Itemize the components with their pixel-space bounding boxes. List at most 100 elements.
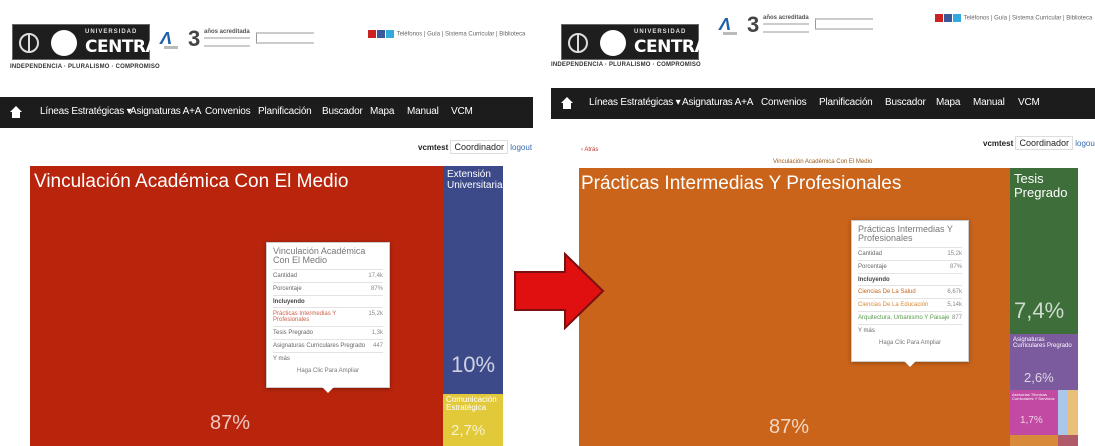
accreditation-underline xyxy=(164,46,178,49)
nav-lineas-estrategicas[interactable]: Líneas Estratégicas ▾ xyxy=(40,106,132,117)
nav-buscador[interactable]: Buscador xyxy=(885,97,926,108)
motto: INDEPENDENCIA · PLURALISMO · COMPROMISO xyxy=(10,64,160,70)
accreditation-detail-lines xyxy=(763,23,809,33)
tooltip-row[interactable]: Ciencias De La Salud 6,67k xyxy=(858,284,962,298)
header-links: Teléfonos | Guía | Sistema Curricular | … xyxy=(935,14,1092,22)
home-icon[interactable] xyxy=(561,97,573,109)
accreditation-underline xyxy=(723,32,737,35)
nav-mapa[interactable]: Mapa xyxy=(936,97,960,108)
nav-planificacion[interactable]: Planificación xyxy=(258,106,312,117)
tile-percentage: 7,4% xyxy=(1014,298,1065,323)
treemap-tile-asesorias[interactable]: Asesorías Técnicas Curriculares Y Servic… xyxy=(1010,390,1058,435)
tile-percentage: 2,7% xyxy=(451,422,486,439)
tooltip-row[interactable]: Ciencias De La Educación 5,14k xyxy=(858,297,962,311)
back-link[interactable]: ‹ Atrás xyxy=(581,147,598,153)
breadcrumb[interactable]: Vinculación Académica Con El Medio xyxy=(773,159,872,165)
twitter-icon[interactable] xyxy=(386,30,394,38)
globe-icon xyxy=(19,33,39,53)
tooltip-row: Porcentaje 87% xyxy=(858,259,962,273)
nav-buscador[interactable]: Buscador xyxy=(322,106,363,117)
row-label: Ciencias De La Educación xyxy=(858,301,929,308)
treemap-tile-tesis[interactable]: Tesis Pregrado 7,4% xyxy=(1010,168,1078,334)
nav-vcm[interactable]: VCM xyxy=(1018,97,1040,108)
globe-icon xyxy=(568,33,588,53)
header-links-text[interactable]: Teléfonos | Guía | Sistema Curricular | … xyxy=(397,32,526,38)
treemap-tile-small[interactable] xyxy=(1010,435,1058,446)
accreditation-badge: Λ 3 años acreditada xyxy=(160,26,320,51)
tooltip-row[interactable]: Asignaturas Curriculares Pregrado 447 xyxy=(273,338,383,352)
row-value: 877 xyxy=(951,314,962,321)
logo-top-text: UNIVERSIDAD xyxy=(85,29,138,35)
tooltip-row[interactable]: Tesis Pregrado 1,3k xyxy=(273,325,383,339)
treemap-tile-small[interactable] xyxy=(1058,435,1078,446)
treemap-tile-extension[interactable]: Extensión Universitaria 10% xyxy=(443,166,503,394)
nav-planificacion[interactable]: Planificación xyxy=(819,97,873,108)
site-header: UNIVERSIDAD CENTRAL INDEPENDENCIA · PLUR… xyxy=(551,0,1095,96)
treemap-tile-asignaturas[interactable]: Asignaturas Curriculares Pregrado 2,6% xyxy=(1010,334,1078,390)
treemap-tile-small[interactable] xyxy=(1058,390,1068,435)
treemap-tile-small[interactable] xyxy=(1068,390,1078,435)
header-links-text[interactable]: Teléfonos | Guía | Sistema Curricular | … xyxy=(964,16,1093,22)
tile-label: Asesorías Técnicas Curriculares Y Servic… xyxy=(1012,392,1055,402)
nav-lineas-estrategicas[interactable]: Líneas Estratégicas ▾ xyxy=(589,97,681,108)
accreditation-label: años acreditada xyxy=(763,15,809,21)
nav-asignaturas[interactable]: Asignaturas A+A xyxy=(130,106,201,117)
row-value: 87% xyxy=(949,263,962,270)
treemap: Vinculación Académica Con El Medio 87% E… xyxy=(30,166,530,446)
row-value: 15,2k xyxy=(947,250,962,257)
row-value: 87% xyxy=(370,285,383,292)
role-badge: Coordinador xyxy=(1015,136,1074,150)
facebook-icon[interactable] xyxy=(377,30,385,38)
accreditation-detail-lines xyxy=(256,32,314,44)
tooltip-row: Cantidad 15,2k xyxy=(858,246,962,260)
tooltip-row[interactable]: Prácticas Intermedias Y Profesionales 15,… xyxy=(273,306,383,326)
logout-link[interactable]: logout xyxy=(1075,139,1095,148)
nav-manual[interactable]: Manual xyxy=(407,106,439,117)
nav-asignaturas[interactable]: Asignaturas A+A xyxy=(682,97,753,108)
tile-label: Asignaturas Curriculares Pregrado xyxy=(1013,337,1072,350)
row-label: Asignaturas Curriculares Pregrado xyxy=(273,342,366,349)
youtube-icon[interactable] xyxy=(935,14,943,22)
tile-percentage: 2,6% xyxy=(1024,370,1054,385)
row-value: 17,4k xyxy=(368,272,383,279)
tile-percentage: 1,7% xyxy=(1020,415,1043,426)
nav-manual[interactable]: Manual xyxy=(973,97,1005,108)
logo-name: CENTRAL xyxy=(634,37,718,57)
row-value: 15,2k xyxy=(368,310,383,317)
row-label: Cantidad xyxy=(273,272,298,279)
row-label: Arquitectura, Urbanismo Y Paisaje xyxy=(858,314,950,321)
university-logo[interactable]: UNIVERSIDAD CENTRAL xyxy=(12,24,169,60)
row-label: Tesis Pregrado xyxy=(273,329,314,336)
treemap-tile-comunicacion[interactable]: Comunicación Estratégica 2,7% xyxy=(443,394,503,446)
tile-label: Prácticas Intermedias Y Profesionales xyxy=(581,173,902,194)
tile-percentage: 87% xyxy=(769,416,810,438)
motto: INDEPENDENCIA · PLURALISMO · COMPROMISO xyxy=(551,62,701,68)
row-value: 6,67k xyxy=(947,288,962,295)
tile-percentage: 10% xyxy=(451,352,496,377)
user-bar: vcmtest Coordinador logout xyxy=(418,140,532,154)
home-icon[interactable] xyxy=(10,106,22,118)
main-navbar: Líneas Estratégicas ▾ Asignaturas A+A Co… xyxy=(551,88,1095,119)
youtube-icon[interactable] xyxy=(368,30,376,38)
row-label: Ciencias De La Salud xyxy=(858,288,916,295)
logout-link[interactable]: logout xyxy=(510,143,532,152)
facebook-icon[interactable] xyxy=(944,14,952,22)
row-value: 447 xyxy=(372,342,383,349)
tooltip-hint: Haga Clic Para Ampliar xyxy=(878,339,942,346)
nav-convenios[interactable]: Convenios xyxy=(205,106,251,117)
tooltip-section: Incluyendo xyxy=(273,294,383,307)
tooltip: Vinculación Académica Con El Medio Canti… xyxy=(266,242,390,393)
nav-convenios[interactable]: Convenios xyxy=(761,97,807,108)
row-label: Porcentaje xyxy=(273,285,302,292)
row-label: Cantidad xyxy=(858,250,883,257)
nav-vcm[interactable]: VCM xyxy=(451,106,473,117)
logo-circle xyxy=(600,30,626,56)
accreditation-detail-lines xyxy=(204,37,250,47)
tooltip-row[interactable]: Arquitectura, Urbanismo Y Paisaje 877 xyxy=(858,310,962,324)
logo-circle xyxy=(51,30,77,56)
university-logo[interactable]: UNIVERSIDAD CENTRAL xyxy=(561,24,718,60)
tooltip-row: Y más xyxy=(858,323,962,337)
twitter-icon[interactable] xyxy=(953,14,961,22)
username: vcmtest xyxy=(418,143,449,152)
nav-mapa[interactable]: Mapa xyxy=(370,106,394,117)
